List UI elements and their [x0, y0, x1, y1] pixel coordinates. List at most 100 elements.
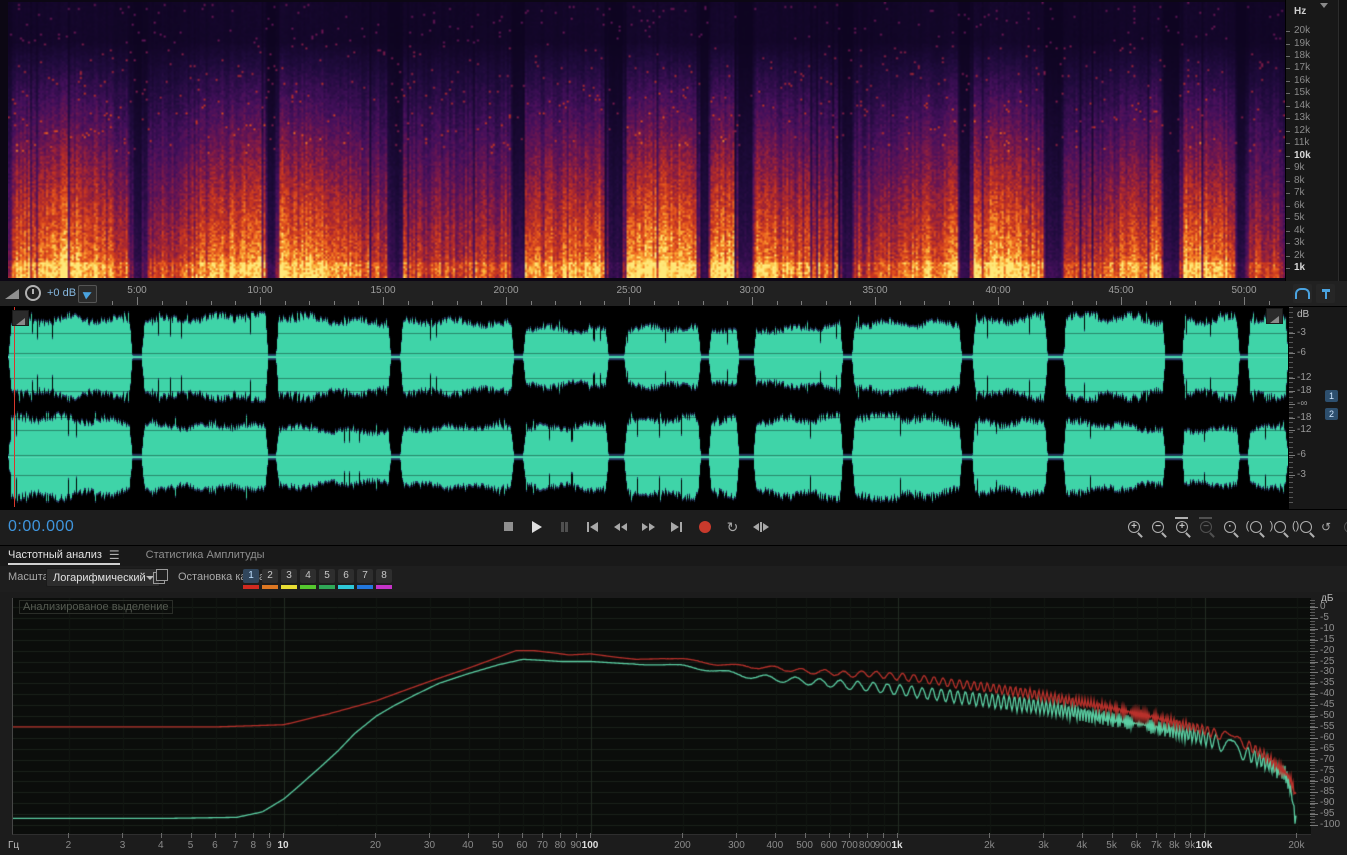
spectrum-db-label: -90 [1320, 797, 1335, 809]
freq-ruler-label: 6k [1294, 199, 1305, 211]
zoom-selection-left-button[interactable]: ( [1244, 516, 1264, 537]
skip-to-start-button[interactable] [582, 516, 603, 537]
stop-button[interactable] [498, 516, 519, 537]
frame-hold-button-1[interactable]: 1 [243, 569, 259, 583]
freq-ruler-tick [1286, 180, 1290, 182]
frame-hold-color-bar [300, 585, 316, 589]
spectrum-canvas [13, 598, 1311, 834]
timeline-ruler[interactable]: +0 dB 5:00 10:00 15:00 20:00 25:00 30:00 35:00… [0, 281, 1347, 307]
waveform-display[interactable] [8, 307, 1288, 507]
record-icon [698, 520, 711, 533]
loop-playback-button[interactable]: ↻ [722, 516, 743, 537]
spectrum-freq-label: 30 [423, 840, 436, 851]
timeline-tick [506, 297, 507, 305]
zoom-in-time-button[interactable]: + [1172, 516, 1192, 537]
fast-forward-button[interactable] [638, 516, 659, 537]
spectrum-plot[interactable]: Анализированое выделение [12, 598, 1311, 835]
gain-ramp-icon [16, 318, 25, 325]
skip-mode-icon [759, 521, 762, 532]
frame-hold-color-bar [319, 585, 335, 589]
frame-hold-button-4[interactable]: 4 [300, 569, 316, 583]
spectrum-freq-tick [190, 833, 192, 838]
panel-menu-caret-icon[interactable] [1320, 3, 1328, 8]
zoom-out-button[interactable]: − [1148, 516, 1168, 537]
gain-ramp-icon[interactable] [5, 289, 19, 299]
amplitude-ruler[interactable]: dB -3 -6 -12 -18 -∞ -18 -12 -6 -3 1 2 [1288, 307, 1347, 509]
tab-frequency-analysis[interactable]: Частотный анализ ☰ [8, 546, 120, 565]
copy-button[interactable] [153, 569, 168, 584]
spectrum-freq-label: 6k [1130, 840, 1142, 851]
spectrum-freq-label: 60 [516, 840, 528, 851]
freq-ruler-label: 5k [1294, 212, 1305, 224]
play-button[interactable] [526, 516, 547, 537]
spectrum-db-tick [1310, 770, 1318, 772]
skip-to-end-button[interactable] [666, 516, 687, 537]
timeline-label: 10:00 [247, 285, 273, 296]
spectrum-freq-tick [1043, 833, 1045, 838]
rewind-button[interactable] [610, 516, 631, 537]
freq-ruler-label: 17k [1294, 62, 1311, 74]
spectrum-db-label: -70 [1320, 753, 1335, 765]
zoom-to-selection-button[interactable]: () [1292, 516, 1312, 537]
spectrum-freq-label: 80 [554, 840, 566, 851]
pause-button[interactable] [554, 516, 575, 537]
wave-gain-handle-left[interactable] [12, 310, 29, 326]
spectrogram-display[interactable] [8, 2, 1285, 278]
freq-ruler-label: 13k [1294, 112, 1311, 124]
skip-mode-button[interactable] [750, 516, 771, 537]
frame-hold-button-5[interactable]: 5 [319, 569, 335, 583]
spectrum-db-label: -5 [1320, 611, 1329, 623]
clock-icon[interactable] [25, 285, 41, 301]
frame-hold-button-3[interactable]: 3 [281, 569, 297, 583]
timeline-label: 35:00 [862, 285, 888, 296]
frame-hold-button-7[interactable]: 7 [357, 569, 373, 583]
frame-hold-button-8[interactable]: 8 [376, 569, 392, 583]
spectrum-freq-tick [828, 833, 830, 838]
time-display[interactable]: 0:00.000 [8, 518, 74, 536]
pause-icon [561, 521, 564, 532]
frame-hold-buttons: 12345678 [243, 569, 392, 589]
spectrum-freq-tick [235, 833, 237, 838]
wave-gain-handle-right[interactable] [1266, 308, 1283, 324]
spectrum-freq-tick [560, 833, 562, 838]
snap-magnet-button[interactable] [1293, 284, 1312, 303]
zoom-in-button[interactable]: + [1124, 516, 1144, 537]
audio-editor-window: Hz 20k 19k 18k 17k 16k 15k 14k 13k 12k 11k 10k 9k 8k… [0, 0, 1347, 855]
frame-hold-button-6[interactable]: 6 [338, 569, 354, 583]
freq-ruler-tick [1286, 155, 1290, 157]
spectrum-db-label: 0 [1320, 601, 1326, 612]
playhead-pin-button[interactable] [78, 285, 97, 303]
panel-menu-icon[interactable]: ☰ [109, 549, 120, 561]
gain-value-label[interactable]: +0 dB [47, 287, 76, 299]
tab-amplitude-statistics[interactable]: Статистика Амплитуды [146, 546, 265, 563]
zoom-out-time-button[interactable]: − [1196, 516, 1216, 537]
spectrum-freq-tick [882, 833, 884, 838]
spectrum-freq-tick [1111, 833, 1113, 838]
analysis-controls: Масштаб: Логарифмический Остановка кадра… [0, 566, 1347, 593]
spectrum-freq-label: 2k [984, 840, 995, 851]
spectrum-freq-label: 5k [1106, 840, 1117, 851]
spectrum-db-tick [1310, 650, 1318, 652]
channel-badge[interactable]: 1 [1325, 390, 1338, 402]
zoom-reset-button[interactable]: · [1220, 516, 1240, 537]
frequency-ruler[interactable]: Hz 20k 19k 18k 17k 16k 15k 14k 13k 12k 11k 10k 9k 8k… [1285, 0, 1339, 281]
channel-badge[interactable]: 2 [1325, 408, 1338, 420]
spectrum-db-label: -35 [1320, 677, 1335, 689]
playhead-line[interactable] [14, 307, 15, 507]
marker-pin-button[interactable] [1316, 284, 1335, 303]
gain-ramp-icon [1270, 316, 1279, 323]
scale-select[interactable]: Логарифмический [46, 568, 160, 587]
zoom-selection-left-icon [1250, 520, 1263, 533]
transport-bar: 0:00.000 ↻ + − + − · ( ) () ↺ [0, 510, 1347, 546]
frame-hold-button-2[interactable]: 2 [262, 569, 278, 583]
zoom-selection-right-button[interactable]: ) [1268, 516, 1288, 537]
playhead-pin-icon [82, 288, 93, 300]
restore-zoom-button[interactable]: ↺ [1316, 516, 1336, 537]
paren-icon: ) [1269, 520, 1274, 532]
freq-ruler-tick [1286, 31, 1290, 33]
frequency-unit-label: Hz [1294, 6, 1307, 17]
timeline-label: 25:00 [616, 285, 642, 296]
zoom-selection-right-icon [1274, 520, 1287, 533]
zoom-full-button[interactable] [1340, 516, 1347, 537]
record-button[interactable] [694, 516, 715, 537]
